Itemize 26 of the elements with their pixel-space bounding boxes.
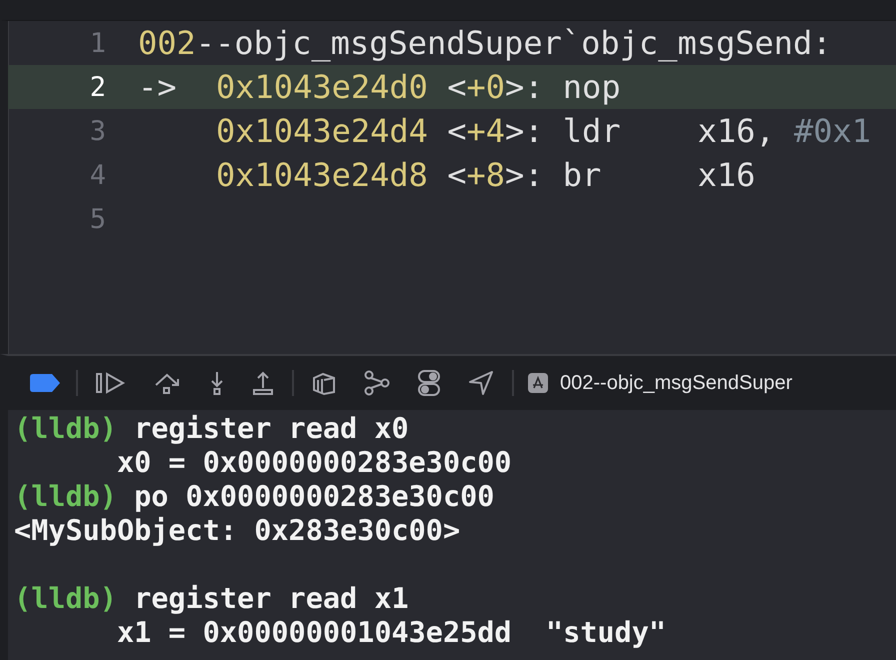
console-command: (lldb) register read x0 bbox=[14, 412, 410, 446]
toggles-icon[interactable] bbox=[417, 369, 441, 397]
console-command: (lldb) register read x1 bbox=[14, 582, 410, 616]
code-text: 0x1043e24d0 <+0>: nop bbox=[216, 68, 621, 106]
console-output: <MySubObject: 0x283e30c00> bbox=[14, 514, 462, 548]
app-icon bbox=[528, 373, 548, 393]
line-number: 2 bbox=[88, 72, 106, 102]
console-command: (lldb) po 0x0000000283e30c00 bbox=[14, 480, 496, 514]
step-into-icon[interactable] bbox=[209, 370, 225, 396]
continue-icon[interactable] bbox=[95, 371, 127, 395]
code-text: 0x1043e24d4 <+4>: ldr x16, #0x1 bbox=[216, 112, 872, 150]
graph-icon[interactable] bbox=[363, 370, 391, 396]
current-line-arrow: -> bbox=[138, 68, 178, 106]
code-text: 0x1043e24d8 <+8>: br x16 bbox=[216, 156, 756, 194]
line-number: 1 bbox=[88, 28, 106, 58]
console-output: x1 = 0x00000001043e25dd "study" bbox=[116, 616, 668, 650]
step-out-icon[interactable] bbox=[251, 370, 275, 396]
line-number: 3 bbox=[88, 116, 106, 146]
line-number: 4 bbox=[88, 160, 106, 190]
breakpoint-toggle[interactable] bbox=[30, 374, 60, 392]
console-output: x0 = 0x0000000283e30c00 bbox=[116, 446, 513, 480]
view-hierarchy-icon[interactable] bbox=[311, 370, 337, 396]
code-text: 002--objc_msgSendSuper`objc_msgSend: bbox=[138, 24, 832, 62]
location-arrow-icon[interactable] bbox=[467, 370, 495, 396]
target-name[interactable]: 002--objc_msgSendSuper bbox=[560, 372, 792, 394]
line-number: 5 bbox=[88, 204, 106, 234]
